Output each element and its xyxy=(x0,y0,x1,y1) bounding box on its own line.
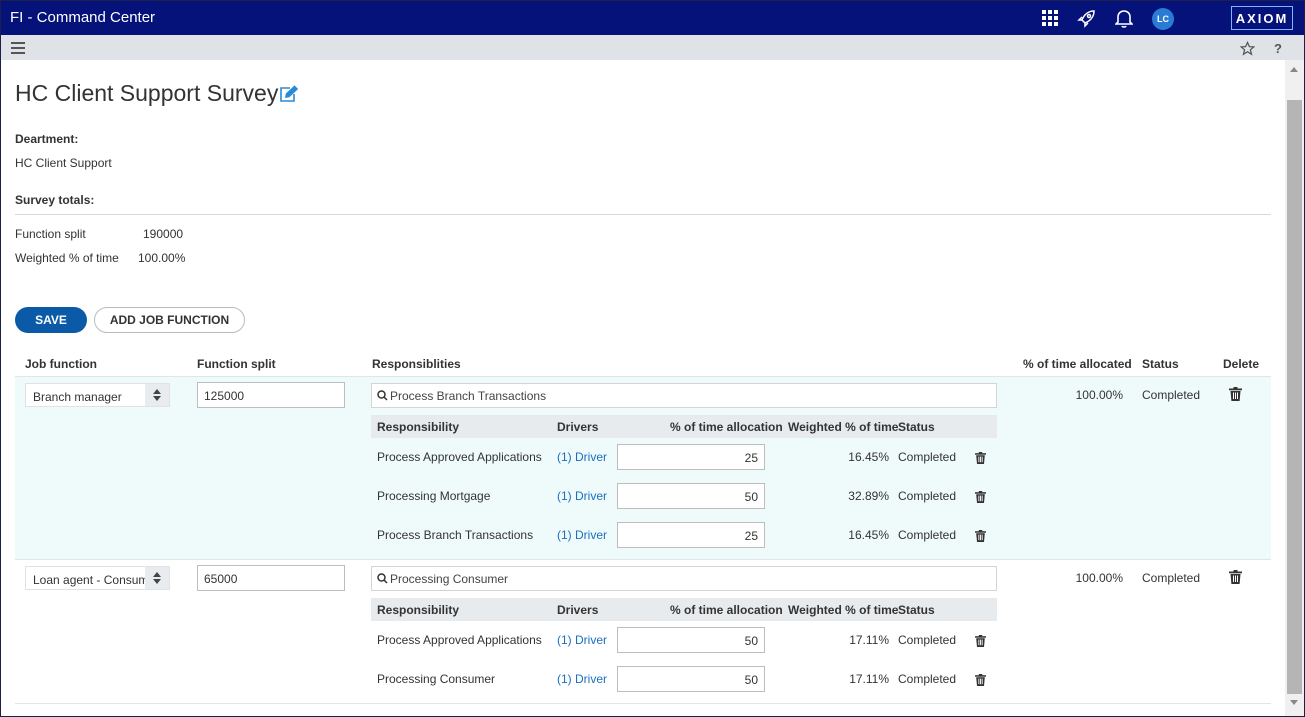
trash-icon[interactable] xyxy=(975,530,986,542)
function-split-total: 190000 xyxy=(143,227,184,241)
responsibility-name: Process Approved Applications xyxy=(377,633,542,647)
search-value: Process Branch Transactions xyxy=(390,389,547,403)
allocation-input[interactable]: 50 xyxy=(617,483,765,509)
hamburger-icon[interactable] xyxy=(9,39,27,57)
search-icon xyxy=(377,390,388,404)
department-label: Deartment: xyxy=(15,132,79,146)
column-header-responsibilities: Responsiblities xyxy=(372,357,461,371)
function-split-input[interactable]: 125000 xyxy=(197,382,345,408)
sub-header-drivers: Drivers xyxy=(557,603,599,617)
driver-link[interactable]: (1) Driver xyxy=(557,672,607,686)
job-function-value: Loan agent - Consumer xyxy=(33,573,160,587)
column-header-job-function: Job function xyxy=(25,357,97,371)
top-bar: FI - Command Center LC AXIOM xyxy=(1,1,1304,35)
responsibility-search-input[interactable]: Processing Consumer xyxy=(371,566,997,591)
responsibility-table-header: Responsibility Drivers % of time allocat… xyxy=(371,415,997,438)
sub-header-responsibility: Responsibility xyxy=(377,420,460,434)
trash-icon[interactable] xyxy=(975,491,986,503)
driver-link[interactable]: (1) Driver xyxy=(557,528,607,542)
sub-header-drivers: Drivers xyxy=(557,420,599,434)
sub-header-pct-allocation: % of time allocation xyxy=(670,420,783,434)
sub-header-pct-allocation: % of time allocation xyxy=(670,603,783,617)
scroll-up-icon[interactable] xyxy=(1290,67,1298,72)
responsibility-name: Processing Mortgage xyxy=(377,489,491,503)
status-value: Completed xyxy=(1142,571,1201,585)
select-spinner-icon[interactable] xyxy=(145,384,169,406)
weighted-value: 17.11% xyxy=(849,633,889,647)
column-header-delete: Delete xyxy=(1223,357,1260,371)
search-icon xyxy=(377,573,388,587)
star-icon[interactable] xyxy=(1238,39,1256,57)
job-function-value: Branch manager xyxy=(33,390,122,404)
trash-icon[interactable] xyxy=(975,635,986,647)
responsibility-status: Completed xyxy=(898,633,957,647)
row-divider xyxy=(15,703,1271,704)
allocation-input[interactable]: 25 xyxy=(617,522,765,548)
status-value: Completed xyxy=(1142,388,1201,402)
trash-icon[interactable] xyxy=(1229,387,1242,401)
avatar[interactable]: LC xyxy=(1152,8,1174,30)
trash-icon[interactable] xyxy=(975,674,986,686)
driver-link[interactable]: (1) Driver xyxy=(557,450,607,464)
job-function-select[interactable]: Branch manager xyxy=(25,383,170,407)
add-job-function-button[interactable]: ADD JOB FUNCTION xyxy=(94,307,245,333)
allocation-input[interactable]: 50 xyxy=(617,627,765,653)
sub-header-weighted: Weighted % of time xyxy=(788,603,899,617)
sub-header-weighted: Weighted % of time xyxy=(788,420,899,434)
sub-header-responsibility: Responsibility xyxy=(377,603,460,617)
scrollbar-thumb[interactable] xyxy=(1287,100,1302,694)
help-icon[interactable]: ? xyxy=(1269,39,1287,57)
weighted-value: 17.11% xyxy=(849,672,889,686)
function-split-label: Function split xyxy=(15,227,86,241)
driver-link[interactable]: (1) Driver xyxy=(557,489,607,503)
department-value: HC Client Support xyxy=(15,156,112,170)
app-title: FI - Command Center xyxy=(10,9,156,26)
trash-icon[interactable] xyxy=(1229,570,1242,584)
weighted-label: Weighted % of time xyxy=(15,251,119,265)
sub-header-status: Status xyxy=(898,420,935,434)
vertical-scrollbar[interactable] xyxy=(1285,60,1304,716)
apps-grid-icon[interactable] xyxy=(1040,8,1060,28)
driver-link[interactable]: (1) Driver xyxy=(557,633,607,647)
responsibility-search-input[interactable]: Process Branch Transactions xyxy=(371,383,997,408)
column-header-pct-allocated: % of time allocated xyxy=(1023,357,1132,371)
responsibility-status: Completed xyxy=(898,489,957,503)
responsibility-name: Process Branch Transactions xyxy=(377,528,534,542)
scroll-down-icon[interactable] xyxy=(1290,700,1298,705)
function-split-input[interactable]: 65000 xyxy=(197,565,345,591)
responsibility-name: Process Approved Applications xyxy=(377,450,542,464)
survey-totals-label: Survey totals: xyxy=(15,193,95,207)
axiom-logo: AXIOM xyxy=(1231,6,1293,30)
column-header-status: Status xyxy=(1142,357,1179,371)
edit-icon[interactable] xyxy=(278,85,299,103)
save-button[interactable]: SAVE xyxy=(15,307,87,333)
responsibility-table-header: Responsibility Drivers % of time allocat… xyxy=(371,598,997,621)
rocket-icon[interactable] xyxy=(1077,8,1097,28)
pct-allocated-value: 100.00% xyxy=(1075,571,1123,585)
weighted-value: 32.89% xyxy=(848,489,889,503)
responsibility-status: Completed xyxy=(898,672,957,686)
trash-icon[interactable] xyxy=(975,452,986,464)
weighted-value: 16.45% xyxy=(848,450,889,464)
select-spinner-icon[interactable] xyxy=(145,567,169,589)
job-function-select[interactable]: Loan agent - Consumer xyxy=(25,566,170,590)
responsibility-status: Completed xyxy=(898,450,957,464)
allocation-input[interactable]: 50 xyxy=(617,666,765,692)
app-window: FI - Command Center LC AXIOM ? HC Client… xyxy=(0,0,1305,717)
responsibility-status: Completed xyxy=(898,528,957,542)
bell-icon[interactable] xyxy=(1114,8,1134,28)
column-header-function-split: Function split xyxy=(197,357,276,371)
weighted-total: 100.00% xyxy=(138,251,186,265)
page-title: HC Client Support Survey xyxy=(15,80,279,106)
row-divider xyxy=(15,559,1271,560)
sub-header-status: Status xyxy=(898,603,935,617)
responsibility-name: Processing Consumer xyxy=(377,672,496,686)
weighted-value: 16.45% xyxy=(848,528,889,542)
pct-allocated-value: 100.00% xyxy=(1075,388,1123,402)
row-divider xyxy=(15,376,1271,377)
section-divider xyxy=(15,214,1271,215)
search-value: Processing Consumer xyxy=(390,572,509,586)
sub-toolbar: ? xyxy=(1,35,1304,60)
allocation-input[interactable]: 25 xyxy=(617,444,765,470)
